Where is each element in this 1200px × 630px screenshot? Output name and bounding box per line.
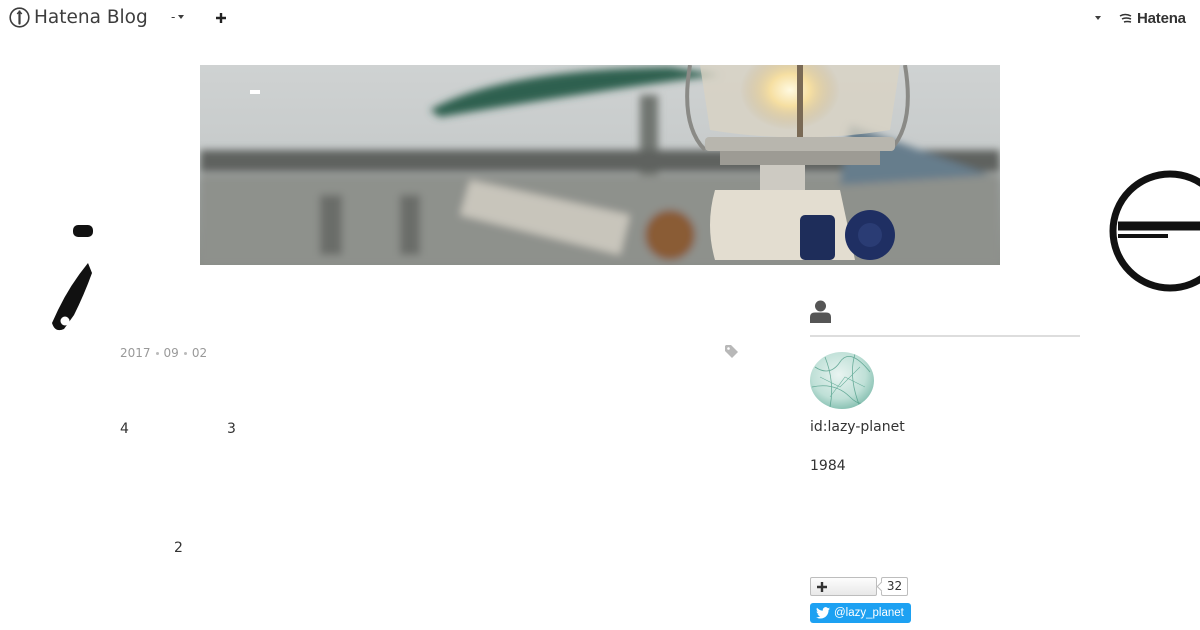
tag-icon[interactable] (724, 344, 739, 359)
decorative-ring-illustration (1108, 160, 1200, 305)
date-separator (183, 351, 187, 355)
global-header: Hatena Blog - Hatena (0, 0, 1200, 38)
entry-body-text: 3 (227, 421, 236, 437)
plus-icon (817, 582, 827, 592)
follow-button[interactable] (810, 577, 877, 596)
brand-text: Hatena Blog (34, 7, 148, 28)
profile-person-icon (810, 300, 831, 323)
entry-date[interactable]: 2017 09 02 (120, 346, 207, 360)
entry-date-year: 2017 (120, 346, 151, 360)
lantern-photo (200, 65, 1000, 265)
entry-date-month: 09 (163, 346, 179, 360)
hatena-logo[interactable]: Hatena (1119, 10, 1186, 27)
chevron-down-icon (178, 15, 185, 19)
hatena-blog-logo[interactable]: Hatena Blog (9, 7, 148, 28)
write-post-plus-icon[interactable] (214, 11, 228, 25)
twitter-follow-button[interactable]: @lazy_planet (810, 603, 911, 623)
entry-body-text: 4 (120, 421, 129, 437)
hatena-blog-pen-icon (9, 7, 30, 28)
twitter-handle: @lazy_planet (834, 607, 904, 619)
hatena-wing-icon (1119, 13, 1132, 23)
sidebar-divider (810, 335, 1080, 337)
avatar[interactable] (810, 352, 874, 409)
blog-header-image[interactable] (200, 65, 1000, 265)
entry-date-day: 02 (191, 346, 208, 360)
blog-title-mark (250, 90, 260, 94)
hatena-logo-text: Hatena (1137, 10, 1186, 27)
user-menu-chevron-down-icon[interactable] (1095, 16, 1101, 20)
decorative-hook-illustration (40, 215, 95, 345)
date-separator (155, 351, 159, 355)
blog-menu-label: - (171, 10, 176, 24)
entry-body-text: 2 (174, 540, 183, 556)
blog-menu-dropdown[interactable]: - (171, 10, 185, 24)
profile-description: 1984 (810, 458, 846, 474)
profile-id-link[interactable]: id:lazy-planet (810, 419, 905, 435)
twitter-bird-icon (816, 607, 830, 619)
follower-count: 32 (881, 577, 908, 596)
